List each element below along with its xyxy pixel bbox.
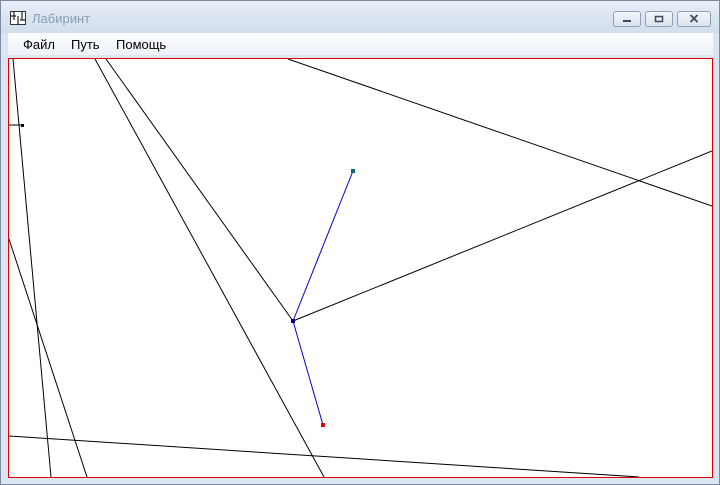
window-title: Лабиринт [32, 11, 91, 26]
path-end-marker [321, 423, 325, 427]
close-button[interactable] [677, 11, 711, 27]
close-icon [689, 10, 699, 28]
menu-bar: Файл Путь Помощь [8, 33, 713, 55]
maze-canvas[interactable] [8, 58, 713, 478]
path-start-marker [351, 169, 355, 173]
maze-wall [105, 59, 294, 322]
title-bar[interactable]: Лабиринт [1, 1, 719, 33]
maze-wall [94, 59, 325, 477]
maze-wall [287, 59, 712, 207]
minimize-button[interactable] [613, 11, 641, 27]
menu-help[interactable]: Помощь [116, 37, 166, 52]
maximize-button[interactable] [645, 11, 673, 27]
maze-wall [292, 150, 712, 322]
app-window: Лабиринт Файл Путь Помощь [0, 0, 720, 485]
restore-icon [654, 10, 664, 28]
maze-drawing [9, 59, 712, 477]
path-segment [292, 320, 324, 426]
minimize-icon [622, 10, 632, 28]
menu-file[interactable]: Файл [23, 37, 55, 52]
path-segment [292, 170, 354, 322]
wall-node-marker [21, 124, 24, 127]
path-junction-marker [291, 319, 295, 323]
maze-app-icon [10, 11, 26, 25]
maze-wall [9, 435, 640, 477]
menu-path[interactable]: Путь [71, 37, 100, 52]
